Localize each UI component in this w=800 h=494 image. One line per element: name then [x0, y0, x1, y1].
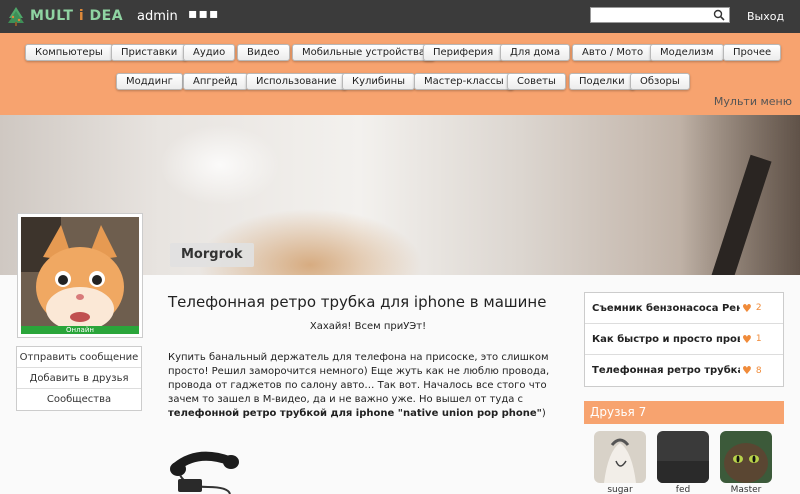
category-button[interactable]: Кулибины [342, 73, 416, 90]
related-post-title: Как быстро и просто проверит [592, 333, 740, 345]
category-button[interactable]: Мастер-классы [414, 73, 514, 90]
category-button[interactable]: Компьютеры [25, 44, 113, 61]
logout-link[interactable]: Выход [747, 10, 784, 23]
category-button[interactable]: Мобильные устройства [292, 44, 436, 61]
heart-icon: ♥ [742, 301, 752, 315]
related-post-item[interactable]: Как быстро и просто проверит ♥ 1 [585, 324, 783, 355]
add-friend-button[interactable]: Добавить в друзья [17, 368, 141, 389]
post-title[interactable]: Телефонная ретро трубка для iphone в маш… [168, 293, 546, 311]
friend-card[interactable]: sugar [594, 431, 646, 494]
category-button[interactable]: Приставки [111, 44, 188, 61]
category-button[interactable]: Поделки [569, 73, 635, 90]
cat-avatar-image [21, 217, 139, 328]
like-count: 2 [755, 303, 762, 313]
friend-avatar [594, 431, 646, 483]
multi-menu-link[interactable]: Мульти меню [714, 95, 792, 108]
heart-icon: ♥ [742, 364, 752, 377]
category-button[interactable]: Авто / Мото [572, 44, 654, 61]
site-logo[interactable]: MULT i DEA [6, 5, 123, 27]
search-icon[interactable] [713, 9, 725, 21]
avatar-frame: Онлайн [17, 213, 143, 338]
post-greeting: Хахайя! Всем приУЭт! [309, 321, 427, 332]
post-body: Купить банальный держатель для телефона … [168, 352, 550, 419]
category-button[interactable]: Моддинг [116, 73, 183, 90]
more-menu-button[interactable]: ▪▪▪ [188, 6, 219, 22]
heart-icon: ♥ [742, 332, 752, 346]
online-status-badge: Онлайн [21, 326, 139, 334]
category-button[interactable]: Прочее [723, 44, 782, 61]
category-button[interactable]: Апгрейд [183, 73, 248, 90]
related-post-item[interactable]: Съемник бензонасоса Рено Ке ♥ 2 [585, 293, 783, 324]
like-count: 1 [755, 334, 762, 344]
tree-logo-icon [8, 7, 24, 26]
friends-header[interactable]: Друзья 7 [584, 401, 784, 424]
category-button[interactable]: Периферия [423, 44, 504, 61]
send-message-button[interactable]: Отправить сообщение [17, 347, 141, 368]
related-post-item[interactable]: Телефонная ретро трубка для i ♥ 8 [585, 355, 783, 386]
category-button[interactable]: Аудио [183, 44, 236, 61]
related-post-title: Съемник бензонасоса Рено Ке [592, 302, 740, 314]
avatar[interactable] [21, 217, 139, 328]
profile-actions: Отправить сообщение Добавить в друзья Со… [16, 346, 142, 411]
communities-button[interactable]: Сообщества [17, 389, 141, 410]
current-username[interactable]: admin [137, 9, 178, 24]
related-posts: Съемник бензонасоса Рено Ке ♥ 2 Как быст… [584, 292, 784, 387]
friend-name: fed [675, 485, 691, 494]
friend-card[interactable]: Master [720, 431, 772, 494]
like-count: 8 [755, 365, 762, 376]
category-button[interactable]: Обзоры [630, 73, 690, 90]
category-button[interactable]: Использование [246, 73, 347, 90]
friend-avatar [657, 431, 709, 483]
category-button[interactable]: Советы [507, 73, 566, 90]
category-button[interactable]: Для дома [500, 44, 571, 61]
friend-card[interactable]: fed [657, 431, 709, 494]
post-highlight: телефонной ретро трубкой для iphone "nat… [168, 408, 542, 419]
profile-username-tag: Morgrok [170, 243, 254, 267]
search-input[interactable] [590, 7, 730, 23]
friend-avatar [720, 431, 772, 483]
category-menu: Компьютеры Приставки Аудио Видео Мобильн… [0, 33, 800, 115]
category-button[interactable]: Моделизм [650, 44, 724, 61]
friend-name: Master [730, 485, 762, 494]
top-bar: MULT i DEA admin ▪▪▪ Выход [0, 0, 800, 33]
logo-text: MULT i DEA [30, 8, 124, 24]
friend-name: sugar [607, 485, 633, 494]
related-post-title: Телефонная ретро трубка для i [592, 365, 740, 376]
category-button[interactable]: Видео [237, 44, 290, 61]
retro-handset-image[interactable] [168, 447, 248, 494]
